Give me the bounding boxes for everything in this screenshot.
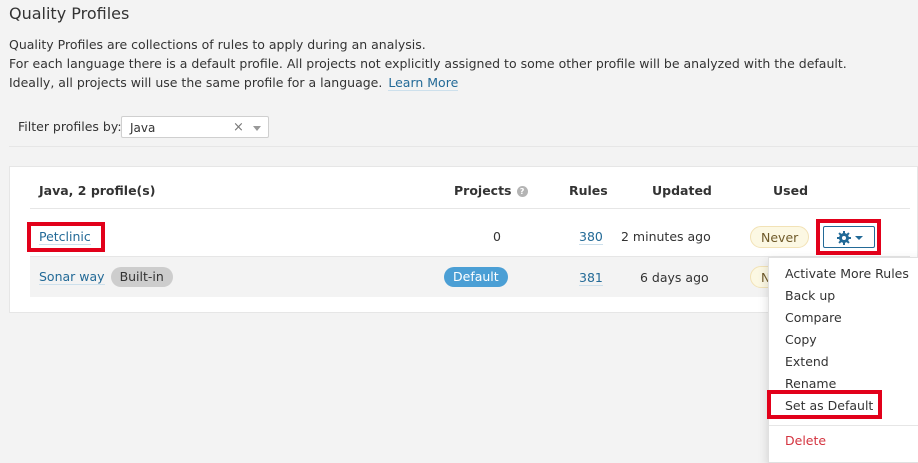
profile-name-cell: Sonar way Built-in [39,267,173,287]
page-description-text: Ideally, all projects will use the same … [9,75,383,90]
language-filter-select[interactable]: Java × [121,116,269,138]
chevron-down-icon[interactable] [253,126,261,131]
menu-item-delete[interactable]: Delete [785,433,826,448]
menu-divider [769,425,918,426]
row-rules-link[interactable]: 381 [579,270,603,286]
menu-item-back-up[interactable]: Back up [785,288,835,303]
header-divider [30,208,910,209]
learn-more-link[interactable]: Learn More [388,75,459,91]
menu-item-extend[interactable]: Extend [785,354,829,369]
column-header-used: Used [773,183,809,198]
clear-icon[interactable]: × [233,120,244,135]
page-title: Quality Profiles [9,4,130,23]
menu-item-compare[interactable]: Compare [785,310,842,325]
menu-item-rename[interactable]: Rename [785,376,836,391]
menu-item-activate-more-rules[interactable]: Activate More Rules [785,266,909,281]
row-updated: 2 minutes ago [621,229,711,244]
row-updated: 6 days ago [640,270,709,285]
column-header-projects: Projects? [454,183,528,198]
profile-actions-button[interactable] [823,226,875,248]
filter-label: Filter profiles by: [18,119,122,134]
column-header-projects-label: Projects [454,183,512,198]
page-description-line3: Ideally, all projects will use the same … [9,73,459,92]
table-title: Java, 2 profile(s) [39,183,156,198]
column-header-updated: Updated [652,183,712,198]
profile-actions-menu: Activate More Rules Back up Compare Copy… [768,257,918,463]
column-header-rules: Rules [569,183,608,198]
caret-down-icon [855,236,863,240]
row-projects-count: 0 [493,229,501,244]
menu-item-set-as-default[interactable]: Set as Default [785,398,873,413]
gear-icon [837,231,851,245]
question-circle-icon[interactable]: ? [516,186,528,197]
divider [9,146,918,147]
default-badge: Default [444,267,508,287]
profile-link-sonar-way[interactable]: Sonar way [39,269,105,285]
profile-link-petclinic[interactable]: Petclinic [39,229,91,245]
language-filter-value: Java [130,121,156,135]
page-description-line2: For each language there is a default pro… [9,56,847,71]
menu-item-copy[interactable]: Copy [785,332,817,347]
row-rules-link[interactable]: 380 [579,229,603,245]
used-badge-never: Never [750,226,810,248]
page-description-line1: Quality Profiles are collections of rule… [9,37,426,52]
built-in-badge: Built-in [110,267,173,287]
